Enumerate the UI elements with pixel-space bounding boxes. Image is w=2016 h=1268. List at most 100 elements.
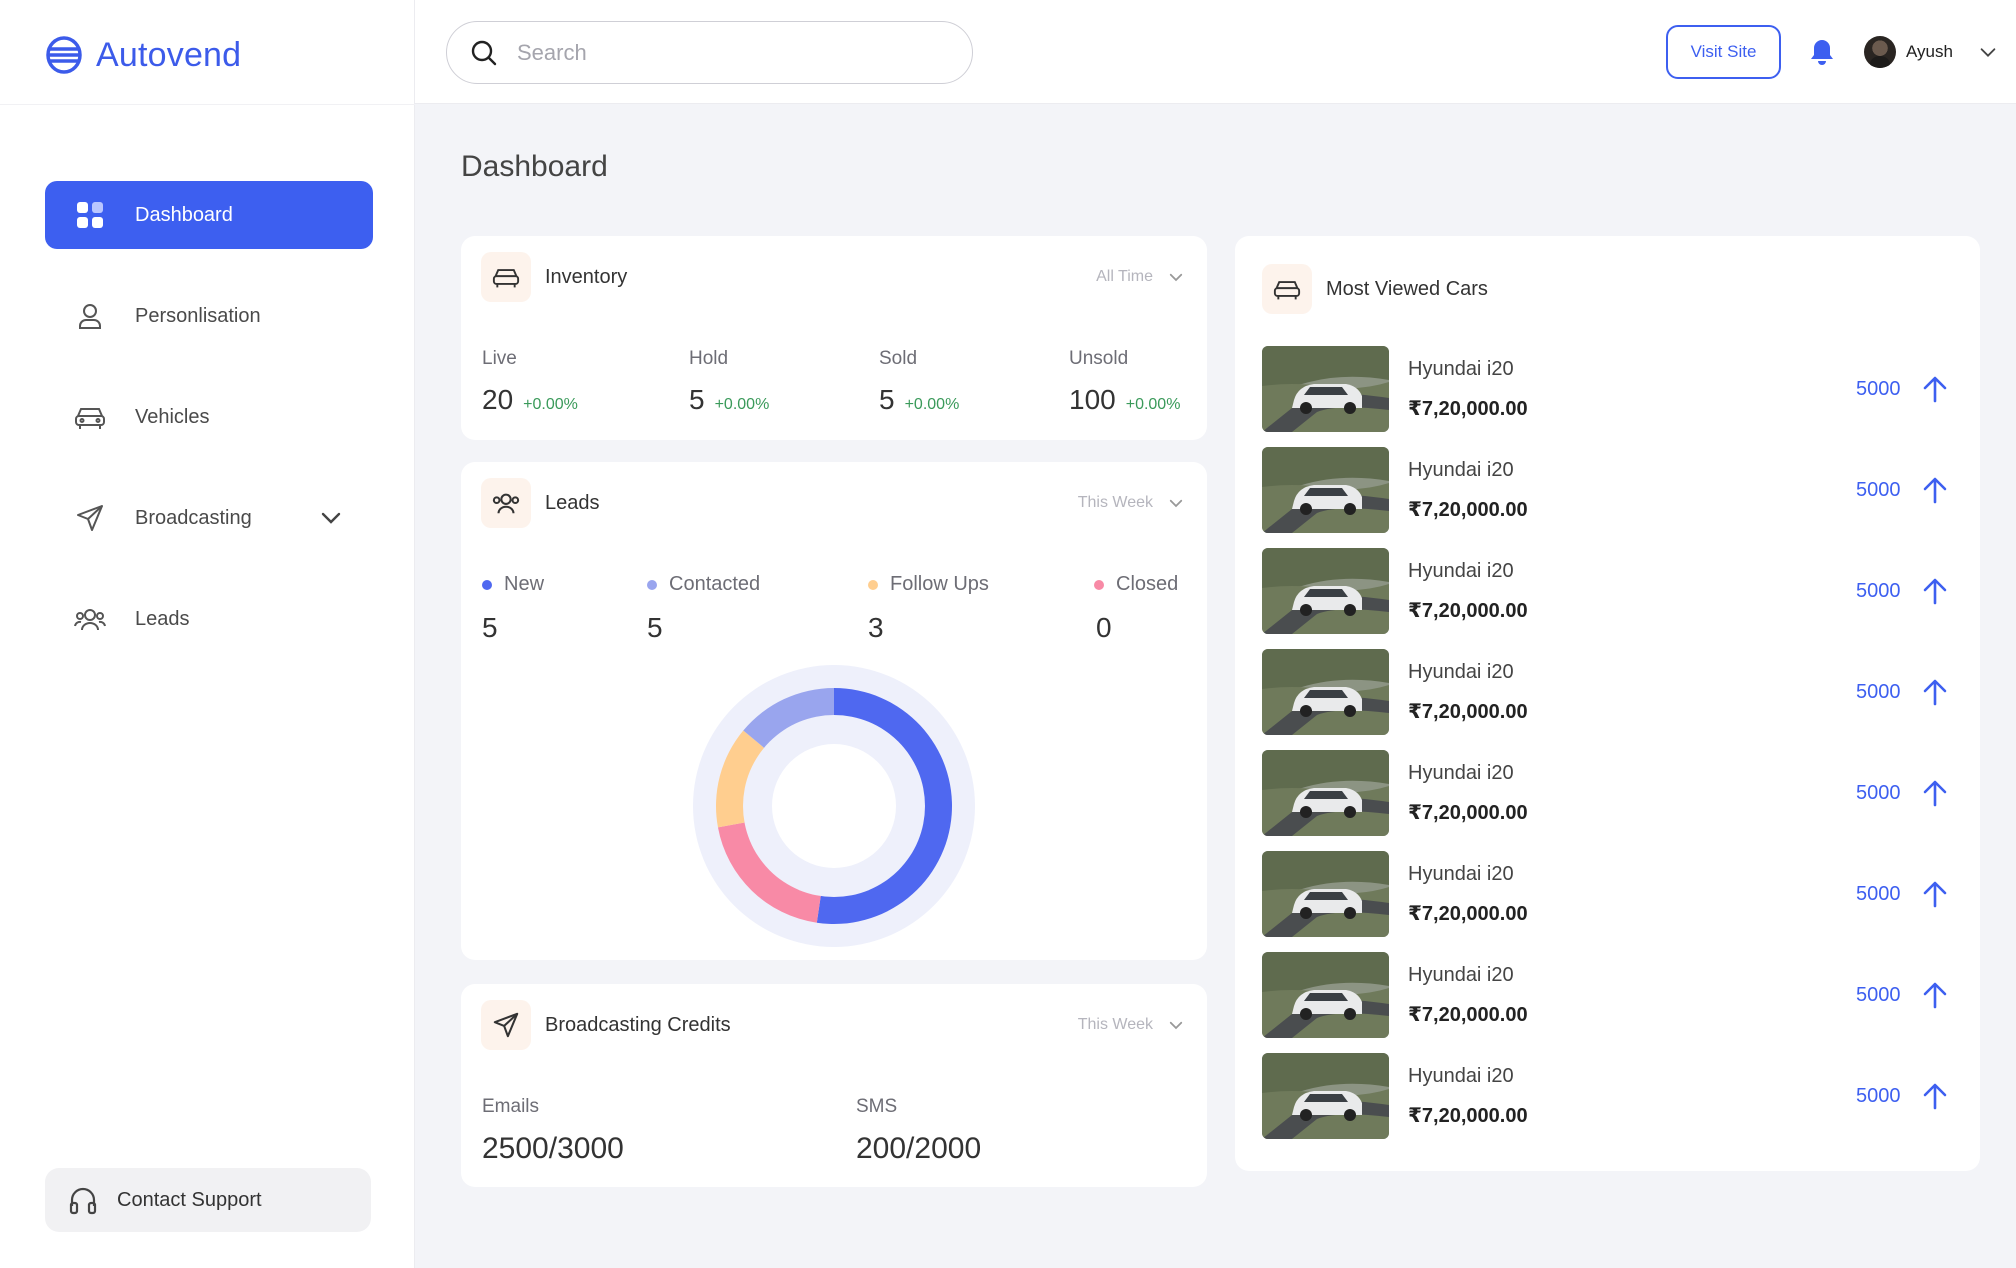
car-name: Hyundai i20	[1408, 762, 1514, 784]
sidebar: Autovend Dashboard Personlisation Vehicl…	[0, 0, 415, 1268]
sidebar-item-dashboard[interactable]: Dashboard	[45, 181, 373, 249]
avatar	[1864, 36, 1896, 68]
arrow-up-icon	[1923, 1083, 1947, 1110]
car-thumbnail	[1262, 851, 1389, 937]
chevron-down-icon[interactable]	[319, 506, 343, 530]
legend-new: New	[482, 573, 544, 596]
visit-site-button[interactable]: Visit Site	[1666, 25, 1781, 79]
car-price: ₹7,20,000.00	[1408, 499, 1528, 521]
people-icon	[73, 602, 107, 636]
car-list-item[interactable]: Hyundai i20 ₹7,20,000.00 5000	[1262, 346, 1952, 432]
car-name: Hyundai i20	[1408, 964, 1514, 986]
lead-value: 0	[1096, 612, 1112, 643]
car-price: ₹7,20,000.00	[1408, 802, 1528, 824]
car-name: Hyundai i20	[1408, 358, 1514, 380]
broadcasting-filter-dropdown[interactable]: This Week	[1078, 1016, 1185, 1034]
stat-number: 100	[1069, 384, 1116, 415]
search-input[interactable]	[517, 39, 937, 66]
car-views: 5000	[1856, 580, 1901, 602]
legend-dot	[868, 579, 878, 590]
sidebar-item-label: Broadcasting	[135, 506, 252, 529]
stat-number: 5	[689, 384, 705, 415]
inventory-filter-dropdown[interactable]: All Time	[1096, 268, 1185, 286]
car-list-item[interactable]: Hyundai i20 ₹7,20,000.00 5000	[1262, 649, 1952, 735]
brand-logo[interactable]: Autovend	[44, 32, 241, 78]
car-thumbnail	[1262, 750, 1389, 836]
car-views: 5000	[1856, 782, 1901, 804]
car-price: ₹7,20,000.00	[1408, 600, 1528, 622]
lead-value: 5	[482, 612, 498, 643]
legend-label: New	[504, 573, 545, 595]
arrow-up-icon	[1923, 376, 1947, 403]
contact-support-button[interactable]: Contact Support	[45, 1168, 371, 1232]
leads-card: Leads This Week New 5 Contacted 5 Follow…	[461, 462, 1207, 960]
car-list-item[interactable]: Hyundai i20 ₹7,20,000.00 5000	[1262, 548, 1952, 634]
car-name: Hyundai i20	[1408, 1065, 1514, 1087]
car-icon	[73, 400, 107, 434]
headphones-icon	[69, 1187, 97, 1215]
sidebar-item-label: Vehicles	[135, 405, 210, 428]
user-icon	[73, 299, 107, 333]
lead-value: 3	[868, 612, 884, 643]
car-name: Hyundai i20	[1408, 459, 1514, 481]
sidebar-item-vehicles[interactable]: Vehicles	[45, 383, 373, 451]
car-price: ₹7,20,000.00	[1408, 1105, 1528, 1127]
most-viewed-cars-card: Most Viewed Cars Hyundai i20 ₹7,20,000.00…	[1235, 236, 1980, 1171]
search-bar[interactable]	[446, 21, 973, 84]
bell-icon[interactable]	[1809, 38, 1835, 66]
inventory-title: Inventory	[545, 265, 628, 288]
car-price: ₹7,20,000.00	[1408, 398, 1528, 420]
legend-follow-ups: Follow Ups	[868, 573, 989, 596]
car-list-item[interactable]: Hyundai i20 ₹7,20,000.00 5000	[1262, 1053, 1952, 1139]
sidebar-item-leads[interactable]: Leads	[45, 585, 373, 653]
arrow-up-icon	[1923, 679, 1947, 706]
car-list-item[interactable]: Hyundai i20 ₹7,20,000.00 5000	[1262, 851, 1952, 937]
sidebar-item-personlisation[interactable]: Personlisation	[45, 282, 373, 350]
leads-title: Leads	[545, 491, 600, 514]
emails-value: 2500/3000	[482, 1132, 624, 1165]
car-views: 5000	[1856, 479, 1901, 501]
legend-contacted: Contacted	[647, 573, 760, 596]
sidebar-item-label: Dashboard	[135, 203, 233, 226]
legend-label: Closed	[1116, 573, 1179, 595]
chevron-down-icon	[1169, 273, 1183, 282]
car-price: ₹7,20,000.00	[1408, 701, 1528, 723]
legend-dot	[647, 579, 657, 590]
legend-dot	[1094, 579, 1104, 590]
car-views: 5000	[1856, 883, 1901, 905]
car-thumbnail	[1262, 346, 1389, 432]
divider	[0, 104, 415, 105]
filter-value: This Week	[1077, 1016, 1153, 1033]
arrow-up-icon	[1923, 881, 1947, 908]
stat-number: 20	[482, 384, 514, 415]
sidebar-item-label: Leads	[135, 607, 190, 630]
brand-name: Autovend	[96, 35, 242, 74]
stat-number: 5	[879, 384, 895, 415]
car-name: Hyundai i20	[1408, 661, 1514, 683]
car-views: 5000	[1856, 984, 1901, 1006]
arrow-up-icon	[1923, 578, 1947, 605]
leads-filter-dropdown[interactable]: This Week	[1078, 494, 1185, 512]
car-list-item[interactable]: Hyundai i20 ₹7,20,000.00 5000	[1262, 447, 1952, 533]
sidebar-item-broadcasting[interactable]: Broadcasting	[45, 484, 373, 552]
stat-change: +0.00%	[1125, 396, 1181, 413]
user-menu[interactable]: Ayush	[1864, 36, 1999, 68]
legend-dot	[482, 579, 492, 590]
car-thumbnail	[1262, 447, 1389, 533]
search-icon	[471, 40, 497, 65]
car-thumbnail	[1262, 1053, 1389, 1139]
stat-label: Live	[482, 348, 517, 369]
legend-label: Contacted	[669, 573, 761, 595]
grid-icon	[73, 198, 107, 232]
car-name: Hyundai i20	[1408, 560, 1514, 582]
car-list-item[interactable]: Hyundai i20 ₹7,20,000.00 5000	[1262, 952, 1952, 1038]
stat-change: +0.00%	[714, 396, 770, 413]
top-header: Visit Site Ayush	[415, 0, 2016, 104]
emails-label: Emails	[482, 1096, 540, 1117]
lead-value: 5	[647, 612, 663, 643]
autovend-logo-icon	[46, 36, 82, 74]
car-thumbnail	[1262, 649, 1389, 735]
stat-label: Hold	[689, 348, 729, 369]
car-list-item[interactable]: Hyundai i20 ₹7,20,000.00 5000	[1262, 750, 1952, 836]
car-icon	[481, 252, 531, 302]
